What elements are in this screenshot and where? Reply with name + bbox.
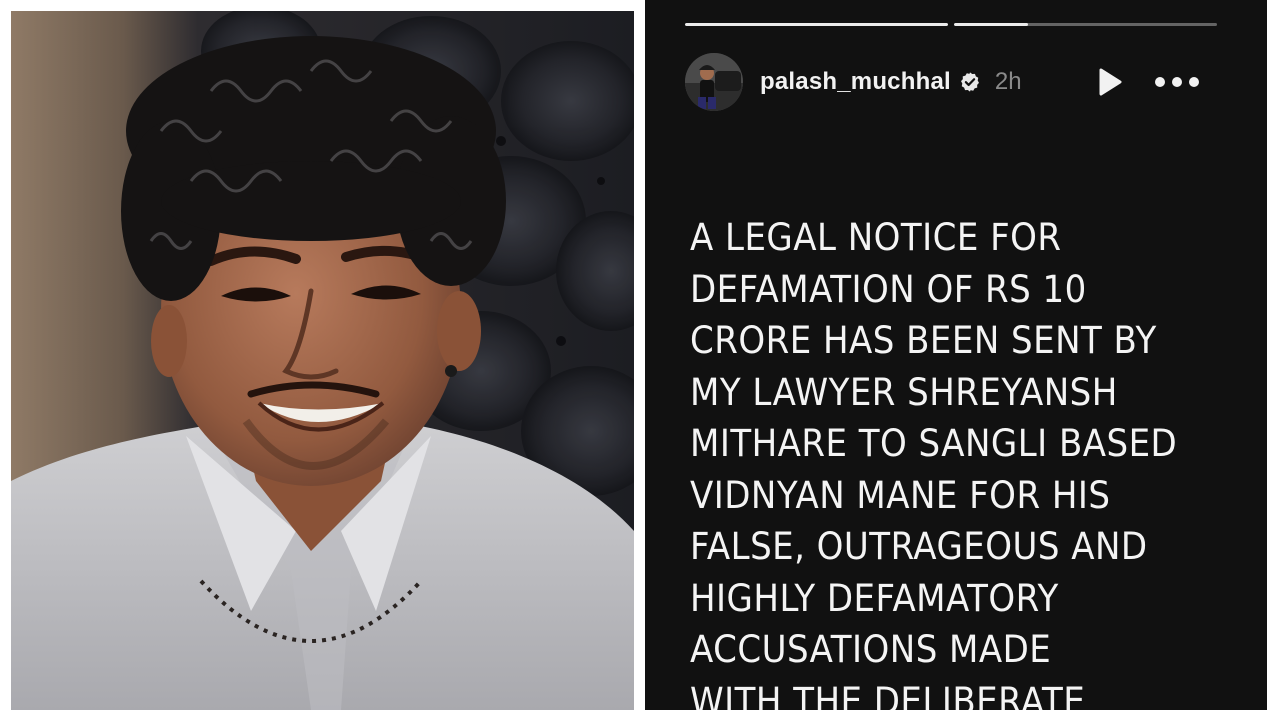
story-text-line: A LEGAL NOTICE FOR bbox=[690, 216, 1062, 259]
story-progress-segment bbox=[954, 23, 1217, 26]
avatar-image bbox=[685, 53, 743, 111]
story-text-line: VIDNYAN MANE FOR HIS bbox=[690, 473, 1111, 517]
story-text-line: ACCUSATIONS MADE bbox=[690, 628, 1052, 671]
more-options-icon bbox=[1172, 77, 1182, 87]
story-text-line: DEFAMATION OF RS 10 bbox=[690, 267, 1087, 311]
portrait-illustration bbox=[11, 11, 634, 710]
story-text-line: FALSE, OUTRAGEOUS AND bbox=[690, 525, 1148, 568]
story-panel: palash_muchhal 2h A LEGAL NOTICE FOR DEF… bbox=[645, 0, 1267, 710]
story-text-line: MITHARE TO SANGLI BASED bbox=[690, 422, 1178, 465]
username[interactable]: palash_muchhal bbox=[760, 68, 951, 96]
play-icon bbox=[1099, 68, 1122, 96]
story-text-line: MY LAWYER SHREYANSH bbox=[690, 370, 1118, 414]
more-options-icon bbox=[1155, 77, 1165, 87]
story-progress-segment bbox=[685, 23, 948, 26]
page-margin bbox=[1267, 0, 1280, 720]
more-options-icon bbox=[1189, 77, 1199, 87]
story-progress-bars bbox=[685, 23, 1217, 27]
verified-badge-icon bbox=[959, 71, 981, 93]
story-text-line: HIGHLY DEFAMATORY bbox=[690, 576, 1059, 620]
post-time: 2h bbox=[994, 68, 1022, 95]
story-text-line: WITH THE DELIBERATE bbox=[690, 679, 1086, 711]
progress-fill bbox=[685, 23, 948, 26]
story-header: palash_muchhal 2h bbox=[685, 52, 1225, 112]
play-button[interactable] bbox=[1093, 66, 1125, 98]
more-options-button[interactable] bbox=[1155, 68, 1199, 96]
story-text: A LEGAL NOTICE FOR DEFAMATION OF RS 10 C… bbox=[690, 212, 1214, 710]
collage: palash_muchhal 2h A LEGAL NOTICE FOR DEF… bbox=[0, 0, 1280, 720]
portrait-photo bbox=[11, 11, 634, 710]
progress-fill bbox=[954, 23, 1028, 26]
story-text-line: CRORE HAS BEEN SENT BY bbox=[690, 319, 1157, 362]
avatar[interactable] bbox=[685, 53, 743, 111]
